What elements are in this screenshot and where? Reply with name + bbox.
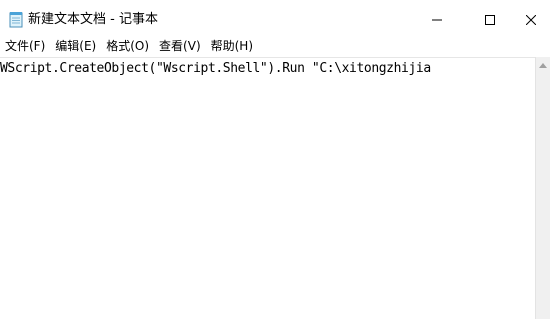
minimize-button[interactable] [414, 0, 460, 38]
window-title: 新建文本文档 - 记事本 [28, 12, 158, 27]
menu-bar: 文件(F) 编辑(E) 格式(O) 查看(V) 帮助(H) [0, 36, 258, 56]
editor-content: WScript.CreateObject("Wscript.Shell").Ru… [0, 61, 431, 76]
scroll-up-icon[interactable] [539, 63, 547, 68]
minimize-icon [432, 10, 442, 29]
vertical-scrollbar[interactable] [535, 57, 550, 319]
notepad-window: 新建文本文档 - 记事本 文件(F) 编辑(E) 格式(O) 查看(V) 帮助(… [0, 0, 550, 320]
text-editor[interactable]: WScript.CreateObject("Wscript.Shell").Ru… [0, 57, 535, 320]
close-icon [525, 10, 537, 29]
menu-format[interactable]: 格式(O) [101, 36, 154, 56]
notepad-icon [9, 11, 23, 28]
maximize-button[interactable] [467, 0, 513, 38]
title-bar[interactable]: 新建文本文档 - 记事本 [0, 0, 550, 38]
close-button[interactable] [508, 0, 550, 38]
menu-file[interactable]: 文件(F) [0, 36, 50, 56]
menu-help[interactable]: 帮助(H) [206, 36, 258, 56]
menu-view[interactable]: 查看(V) [154, 36, 206, 56]
menu-edit[interactable]: 编辑(E) [50, 36, 101, 56]
maximize-icon [485, 10, 495, 29]
